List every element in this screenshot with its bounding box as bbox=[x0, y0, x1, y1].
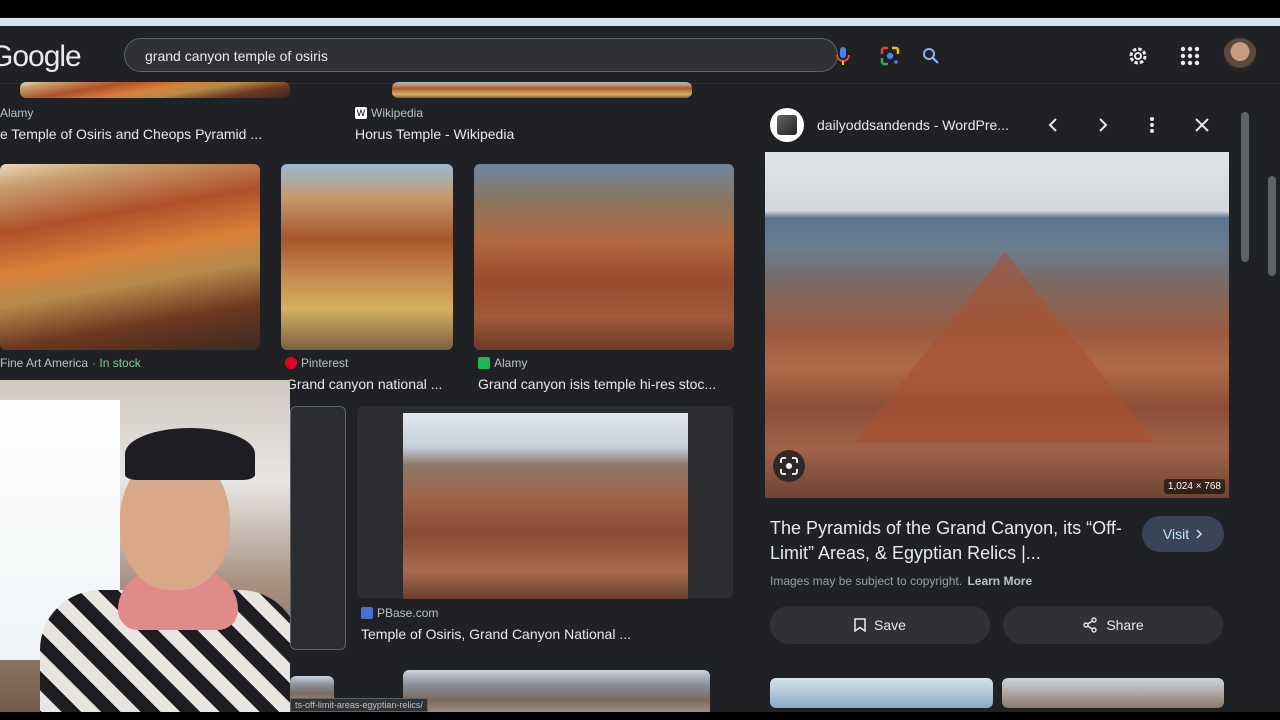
close-icon[interactable] bbox=[1191, 114, 1213, 136]
result-title[interactable]: e Temple of Osiris and Cheops Pyramid ..… bbox=[0, 126, 290, 142]
google-lens-icon[interactable] bbox=[879, 45, 901, 67]
result-source[interactable]: W Wikipedia bbox=[355, 106, 423, 120]
microphone-icon[interactable] bbox=[833, 47, 853, 65]
pinterest-icon bbox=[285, 357, 297, 369]
chevron-right-icon[interactable] bbox=[1092, 114, 1114, 136]
result-image[interactable] bbox=[0, 164, 260, 350]
panel-scrollbar-thumb[interactable] bbox=[1241, 112, 1249, 262]
result-source[interactable]: Alamy bbox=[0, 106, 33, 120]
related-image[interactable] bbox=[770, 678, 993, 708]
search-icon[interactable] bbox=[921, 46, 941, 66]
search-input[interactable]: grand canyon temple of osiris bbox=[145, 48, 328, 64]
browser-tab-strip bbox=[0, 18, 1280, 26]
preview-image[interactable]: 1,024 × 768 bbox=[765, 152, 1229, 498]
result-source[interactable]: PBase.com bbox=[361, 606, 438, 620]
alamy-icon bbox=[478, 357, 490, 369]
site-name[interactable]: dailyoddsandends - WordPre... bbox=[817, 117, 1009, 133]
result-title[interactable]: Grand canyon national ... bbox=[286, 376, 456, 392]
share-icon bbox=[1083, 617, 1098, 633]
chevron-right-icon bbox=[1196, 529, 1203, 539]
result-source[interactable]: Alamy bbox=[478, 356, 527, 370]
google-logo[interactable]: Google bbox=[0, 40, 82, 74]
result-title[interactable]: Horus Temple - Wikipedia bbox=[355, 126, 735, 142]
pbase-icon bbox=[361, 607, 373, 619]
result-image[interactable] bbox=[281, 164, 453, 350]
image-dimensions: 1,024 × 768 bbox=[1163, 479, 1225, 494]
status-bar-url: ts-off-limit-areas-egyptian-relics/ bbox=[290, 698, 428, 712]
chevron-left-icon[interactable] bbox=[1042, 114, 1064, 136]
webcam-person-cap bbox=[125, 428, 255, 480]
related-images-row bbox=[770, 678, 1224, 708]
copyright-notice: Images may be subject to copyright. Lear… bbox=[770, 574, 1033, 588]
share-button[interactable]: Share bbox=[1003, 606, 1223, 644]
save-button[interactable]: Save bbox=[770, 606, 990, 644]
header: Google grand canyon temple of osiris bbox=[0, 26, 1280, 84]
preview-title[interactable]: The Pyramids of the Grand Canyon, its “O… bbox=[770, 516, 1130, 566]
result-source[interactable]: Pinterest bbox=[285, 356, 348, 370]
apps-grid-icon[interactable] bbox=[1178, 44, 1202, 68]
webcam-overlay bbox=[0, 380, 290, 720]
result-image[interactable] bbox=[403, 413, 688, 599]
wikipedia-icon: W bbox=[355, 107, 367, 119]
visit-button[interactable]: Visit bbox=[1142, 516, 1224, 552]
result-image[interactable] bbox=[20, 82, 290, 98]
search-box[interactable]: grand canyon temple of osiris bbox=[124, 38, 939, 72]
learn-more-link[interactable]: Learn More bbox=[967, 574, 1032, 588]
visit-label: Visit bbox=[1162, 526, 1190, 542]
screen-top-border bbox=[0, 0, 1280, 20]
preview-image-pyramid bbox=[855, 252, 1155, 442]
preview-header: dailyoddsandends - WordPre... bbox=[770, 108, 1230, 142]
in-stock-badge: · In stock bbox=[92, 356, 141, 370]
page-scrollbar-thumb[interactable] bbox=[1268, 176, 1276, 276]
result-image[interactable] bbox=[392, 82, 692, 98]
selected-result-tile[interactable] bbox=[290, 406, 346, 650]
site-favicon bbox=[770, 108, 804, 142]
bookmark-icon bbox=[854, 618, 866, 632]
more-options-icon[interactable] bbox=[1141, 114, 1163, 136]
account-avatar[interactable] bbox=[1223, 38, 1257, 72]
lens-search-icon[interactable] bbox=[773, 450, 805, 482]
result-image[interactable] bbox=[474, 164, 734, 350]
screen-bottom-border bbox=[0, 712, 1280, 720]
image-preview-panel: dailyoddsandends - WordPre... 1,024 × 76… bbox=[754, 100, 1240, 720]
result-title[interactable]: Temple of Osiris, Grand Canyon National … bbox=[361, 626, 733, 642]
result-title[interactable]: Grand canyon isis temple hi-res stoc... bbox=[478, 376, 734, 392]
result-source[interactable]: Fine Art America · In stock bbox=[0, 356, 141, 370]
settings-gear-icon[interactable] bbox=[1126, 44, 1150, 68]
related-image[interactable] bbox=[1002, 678, 1224, 708]
